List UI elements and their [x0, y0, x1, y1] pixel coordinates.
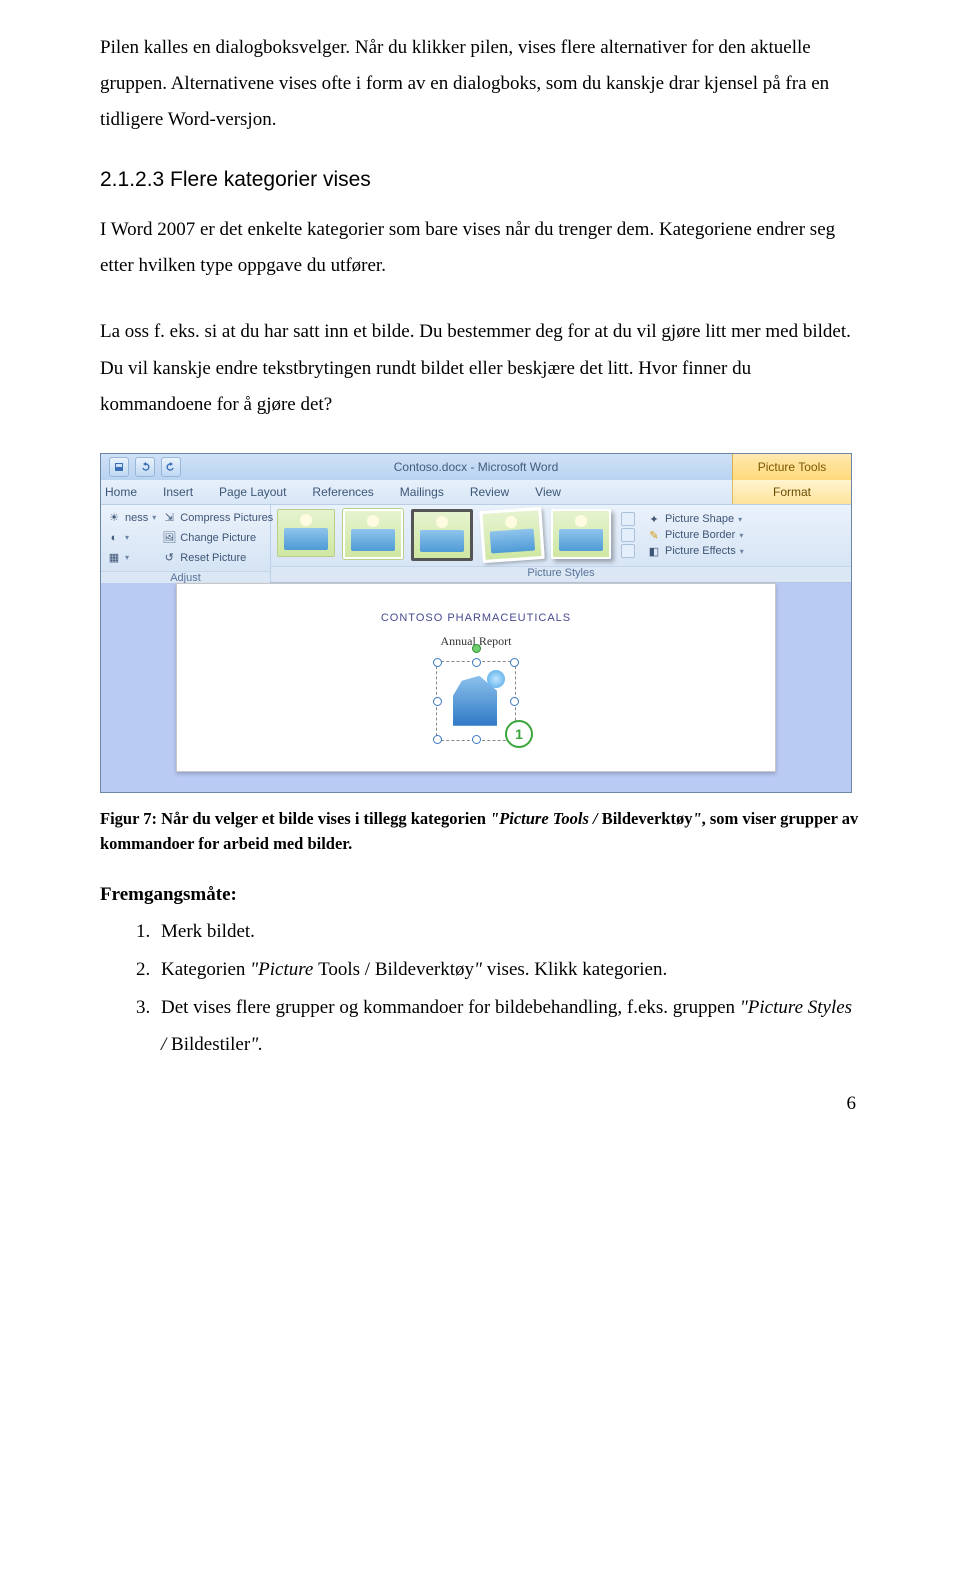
- figcap-it1: "Picture Tools /: [490, 809, 602, 828]
- resize-handle[interactable]: [433, 697, 442, 706]
- undo-icon[interactable]: [135, 457, 155, 477]
- style-thumb[interactable]: [551, 509, 611, 559]
- save-icon[interactable]: [109, 457, 129, 477]
- tab-format[interactable]: Format: [732, 480, 851, 504]
- section-heading: 2.1.2.3 Flere kategorier vises: [100, 168, 860, 192]
- recolor-icon: ▦: [107, 551, 121, 565]
- picture-border-button[interactable]: ✎ Picture Border▾: [647, 528, 744, 542]
- document-area: CONTOSO PHARMACEUTICALS Annual Report: [101, 583, 851, 792]
- steps-heading: Fremgangsmåte:: [100, 884, 860, 906]
- figure-caption: Figur 7: Når du velger et bilde vises i …: [100, 807, 860, 857]
- steps-list: Merk bildet. Kategorien "Picture Tools /…: [100, 914, 860, 1062]
- change-picture-button[interactable]: 🖼 Change Picture: [162, 529, 273, 547]
- tab-references[interactable]: References: [312, 485, 373, 499]
- step2-it2: ": [474, 959, 482, 980]
- step3-b: Bildestiler: [171, 1034, 250, 1055]
- figcap-it2: ": [692, 809, 701, 828]
- ribbon: ☀ ness▾ ◐▾ ▦▾ ⇲ Compress Pictu: [101, 505, 851, 583]
- window-title: Contoso.docx - Microsoft Word: [394, 460, 559, 474]
- style-thumb[interactable]: [343, 509, 403, 559]
- recolor-button[interactable]: ▦▾: [107, 549, 156, 567]
- picture-styles-gallery[interactable]: [277, 509, 611, 561]
- tab-insert[interactable]: Insert: [163, 485, 193, 499]
- gallery-up-icon: [621, 512, 635, 526]
- step2-it: "Picture: [250, 959, 318, 980]
- compress-label: Compress Pictures: [180, 512, 273, 524]
- compress-icon: ⇲: [162, 511, 176, 525]
- paragraph-2: I Word 2007 er det enkelte kategorier so…: [100, 212, 860, 284]
- selected-image[interactable]: [436, 661, 516, 741]
- page-number: 6: [100, 1093, 860, 1115]
- style-thumb[interactable]: [411, 509, 473, 561]
- step2-b: Tools / Bildeverktøy: [318, 959, 474, 980]
- resize-handle[interactable]: [510, 697, 519, 706]
- resize-handle[interactable]: [433, 735, 442, 744]
- tab-page-layout[interactable]: Page Layout: [219, 485, 286, 499]
- reset-picture-button[interactable]: ↺ Reset Picture: [162, 549, 273, 567]
- picture-effects-label: Picture Effects: [665, 545, 736, 557]
- brightness-button[interactable]: ☀ ness▾: [107, 509, 156, 527]
- picture-shape-button[interactable]: ✦ Picture Shape▾: [647, 512, 744, 526]
- step-2: Kategorien "Picture Tools / Bildeverktøy…: [155, 952, 860, 988]
- figcap-lead: Figur 7: Når du velger et bilde vises i …: [100, 809, 490, 828]
- tab-mailings[interactable]: Mailings: [400, 485, 444, 499]
- brightness-icon: ☀: [107, 511, 121, 525]
- picture-shape-label: Picture Shape: [665, 513, 734, 525]
- quick-access-toolbar: [101, 457, 181, 477]
- tab-view[interactable]: View: [535, 485, 561, 499]
- document-canvas[interactable]: CONTOSO PHARMACEUTICALS Annual Report: [176, 583, 776, 772]
- paragraph-3: La oss f. eks. si at du har satt inn et …: [100, 314, 860, 422]
- contrast-icon: ◐: [107, 531, 121, 545]
- resize-handle[interactable]: [433, 658, 442, 667]
- style-thumb[interactable]: [479, 507, 544, 563]
- rotate-handle[interactable]: [472, 644, 481, 653]
- gallery-expand-icon: [621, 544, 635, 558]
- compress-pictures-button[interactable]: ⇲ Compress Pictures: [162, 509, 273, 527]
- tab-review[interactable]: Review: [470, 485, 509, 499]
- resize-handle[interactable]: [510, 658, 519, 667]
- group-label-picture-styles: Picture Styles: [271, 566, 851, 582]
- style-thumb[interactable]: [277, 509, 335, 557]
- step2-a: Kategorien: [161, 959, 250, 980]
- picture-border-label: Picture Border: [665, 529, 735, 541]
- picture-effects-icon: ◧: [647, 544, 661, 558]
- reset-picture-icon: ↺: [162, 551, 176, 565]
- resize-handle[interactable]: [472, 658, 481, 667]
- contrast-button[interactable]: ◐▾: [107, 529, 156, 547]
- brightness-label: ness: [125, 512, 148, 524]
- word-screenshot: 2 Contoso.docx - Microsoft Word Picture …: [100, 453, 852, 793]
- picture-border-icon: ✎: [647, 528, 661, 542]
- paragraph-1: Pilen kalles en dialogboksvelger. Når du…: [100, 30, 860, 138]
- reset-picture-label: Reset Picture: [180, 552, 246, 564]
- callout-badge-1: 1: [505, 720, 533, 748]
- step3-it2: ".: [250, 1034, 263, 1055]
- group-adjust: ☀ ness▾ ◐▾ ▦▾ ⇲ Compress Pictu: [101, 505, 271, 582]
- tab-home[interactable]: Home: [105, 485, 137, 499]
- picture-effects-button[interactable]: ◧ Picture Effects▾: [647, 544, 744, 558]
- picture-tools-contextual-tab[interactable]: Picture Tools: [732, 454, 851, 480]
- figcap-plain1: Bildeverktøy: [602, 809, 693, 828]
- step-3: Det vises flere grupper og kommandoer fo…: [155, 990, 860, 1062]
- step3-a: Det vises flere grupper og kommandoer fo…: [161, 997, 740, 1018]
- title-bar: Contoso.docx - Microsoft Word Picture To…: [101, 454, 851, 480]
- change-picture-icon: 🖼: [162, 531, 176, 545]
- globe-icon: [487, 670, 505, 688]
- step-1: Merk bildet.: [155, 914, 860, 950]
- step2-c: vises. Klikk kategorien.: [482, 959, 667, 980]
- document-page: Pilen kalles en dialogboksvelger. Når du…: [0, 0, 960, 1155]
- group-picture-styles: ✦ Picture Shape▾ ✎ Picture Border▾ ◧ Pic…: [271, 505, 851, 582]
- ribbon-tabs: Home Insert Page Layout References Maili…: [101, 480, 851, 505]
- change-picture-label: Change Picture: [180, 532, 256, 544]
- picture-shape-icon: ✦: [647, 512, 661, 526]
- redo-icon[interactable]: [161, 457, 181, 477]
- resize-handle[interactable]: [472, 735, 481, 744]
- gallery-down-icon: [621, 528, 635, 542]
- gallery-more-button[interactable]: [621, 512, 635, 558]
- doc-heading: CONTOSO PHARMACEUTICALS: [217, 612, 735, 624]
